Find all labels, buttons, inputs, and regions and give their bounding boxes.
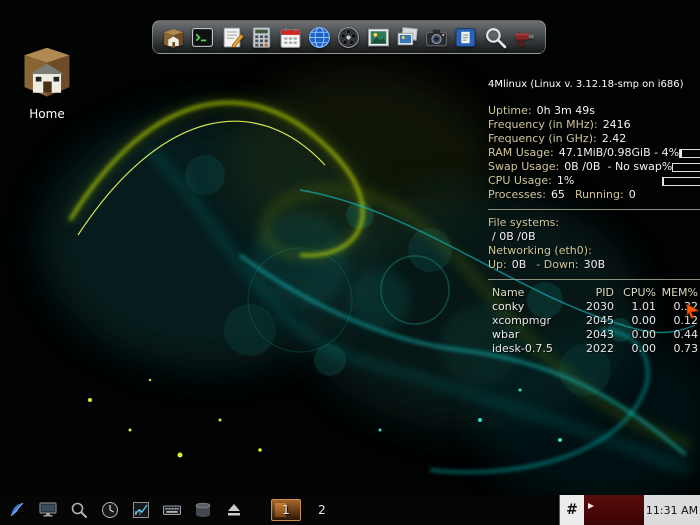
dock-item-photo-gallery[interactable]	[394, 24, 421, 51]
eject-button[interactable]	[223, 499, 245, 521]
ram-usage-line: RAM Usage: 47.1MiB/0.98GiB - 4%	[488, 146, 700, 160]
system-monitor-button[interactable]	[99, 499, 121, 521]
taskbar-tray: # 11:31 AM	[559, 495, 700, 525]
hash-button[interactable]: #	[559, 495, 584, 525]
text-editor-icon	[220, 25, 245, 50]
documents-icon	[453, 25, 478, 50]
swap-usage-line: Swap Usage: 0B /0B - No swap%	[488, 160, 700, 174]
taskbar-clock: 11:31 AM	[644, 495, 700, 525]
desktop: Home 4Mlinux (Linux v. 3.12.18-smp on i6…	[0, 0, 700, 525]
process-row: xcompmgr 2045 0.00 0.12	[492, 314, 698, 327]
dock-item-calendar[interactable]	[277, 24, 304, 51]
display-settings-button[interactable]	[37, 499, 59, 521]
filesystems-header: File systems:	[488, 216, 560, 229]
cpu-usage-bar	[662, 176, 700, 186]
chart-app-button[interactable]	[130, 499, 152, 521]
tray-indicator	[584, 495, 644, 525]
eject-icon	[224, 500, 244, 520]
calendar-icon	[278, 25, 303, 50]
taskbar-launchers: 1 2	[0, 495, 334, 525]
storage-button[interactable]	[192, 499, 214, 521]
search-button[interactable]	[68, 499, 90, 521]
cpu-usage-line: CPU Usage: 1%	[488, 174, 700, 188]
network-speeds-line: Up: 0B - Down: 30B	[488, 258, 606, 271]
freq-ghz-line: Frequency (in GHz): 2.42	[488, 132, 627, 145]
drill-tool-icon	[512, 25, 537, 50]
display-icon	[38, 500, 58, 520]
dock-item-media-player[interactable]	[335, 24, 362, 51]
terminal-icon	[190, 25, 215, 50]
dock-item-search[interactable]	[482, 24, 509, 51]
process-table-header: Name PID CPU% MEM%	[492, 286, 698, 299]
dock-item-documents[interactable]	[452, 24, 479, 51]
process-row: idesk-0.7.5 2022 0.00 0.73	[492, 342, 698, 355]
networking-header: Networking (eth0):	[488, 244, 592, 257]
home-desktop-icon[interactable]: Home	[14, 44, 80, 121]
home-folder-icon	[14, 44, 80, 104]
file-manager-icon	[161, 25, 186, 50]
search-icon	[69, 500, 89, 520]
taskbar: 1 2 # 11:31 AM	[0, 495, 700, 525]
uptime-line: Uptime: 0h 3m 49s	[488, 104, 595, 117]
workspace-1-button[interactable]: 1	[271, 499, 301, 521]
conky-divider	[488, 279, 700, 280]
clock-gauge-icon	[100, 500, 120, 520]
freq-mhz-line: Frequency (in MHz): 2416	[488, 118, 631, 131]
conky-title: 4Mlinux (Linux v. 3.12.18-smp on i686)	[488, 79, 684, 90]
app-dock	[152, 20, 546, 54]
x11-feather-icon	[7, 500, 27, 520]
conky-system-monitor: 4Mlinux (Linux v. 3.12.18-smp on i686) U…	[488, 78, 700, 356]
keyboard-settings-button[interactable]	[161, 499, 183, 521]
calculator-icon	[249, 25, 274, 50]
dock-item-file-manager[interactable]	[160, 24, 187, 51]
ram-usage-bar	[679, 148, 700, 158]
magnifier-icon	[483, 25, 508, 50]
dock-item-calculator[interactable]	[248, 24, 275, 51]
dock-item-camera[interactable]	[423, 24, 450, 51]
mouse-cursor	[686, 303, 700, 319]
picture-icon	[366, 25, 391, 50]
globe-icon	[307, 25, 332, 50]
dock-item-tools[interactable]	[511, 24, 538, 51]
photo-stack-icon	[395, 25, 420, 50]
dock-item-image-viewer[interactable]	[365, 24, 392, 51]
home-icon-label: Home	[29, 107, 65, 121]
chart-icon	[131, 500, 151, 520]
dock-item-web-browser[interactable]	[306, 24, 333, 51]
camera-icon	[424, 25, 449, 50]
keyboard-icon	[162, 500, 182, 520]
film-reel-icon	[336, 25, 361, 50]
menu-button[interactable]	[6, 499, 28, 521]
disk-icon	[193, 500, 213, 520]
process-table: Name PID CPU% MEM% conky 2030 1.01 0.32 …	[488, 286, 700, 356]
process-row: conky 2030 1.01 0.32	[492, 300, 698, 313]
workspace-2-button[interactable]: 2	[310, 499, 334, 521]
conky-divider	[488, 209, 700, 210]
swap-usage-bar	[672, 162, 700, 172]
filesystem-root-line: / 0B /0B	[492, 230, 536, 243]
dock-item-text-editor[interactable]	[219, 24, 246, 51]
process-row: wbar 2043 0.00 0.44	[492, 328, 698, 341]
dock-item-terminal[interactable]	[189, 24, 216, 51]
processes-line: Processes: 65 Running: 0	[488, 188, 636, 201]
